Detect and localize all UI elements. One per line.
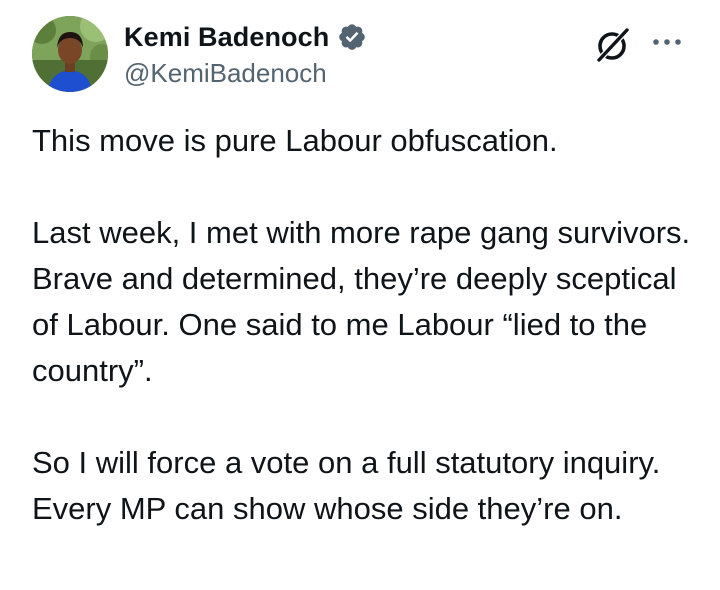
handle[interactable]: @KemiBadenoch: [124, 56, 367, 90]
tweet-paragraph: So I will force a vote on a full statuto…: [32, 445, 669, 526]
display-name[interactable]: Kemi Badenoch: [124, 22, 329, 53]
tweet-paragraph: This move is pure Labour obfuscation.: [32, 123, 558, 158]
more-options-icon[interactable]: [650, 32, 684, 52]
tweet: Kemi Badenoch @KemiBadenoch This move is…: [0, 0, 720, 590]
author-block: Kemi Badenoch @KemiBadenoch: [124, 18, 367, 90]
tweet-header: Kemi Badenoch @KemiBadenoch: [32, 14, 692, 94]
verified-badge-icon[interactable]: [337, 22, 367, 52]
display-name-row: Kemi Badenoch: [124, 18, 367, 56]
tweet-paragraph: Last week, I met with more rape gang sur…: [32, 215, 699, 388]
tweet-text: This move is pure Labour obfuscation. La…: [32, 118, 692, 532]
grok-icon[interactable]: [592, 24, 634, 66]
avatar[interactable]: [32, 16, 108, 92]
